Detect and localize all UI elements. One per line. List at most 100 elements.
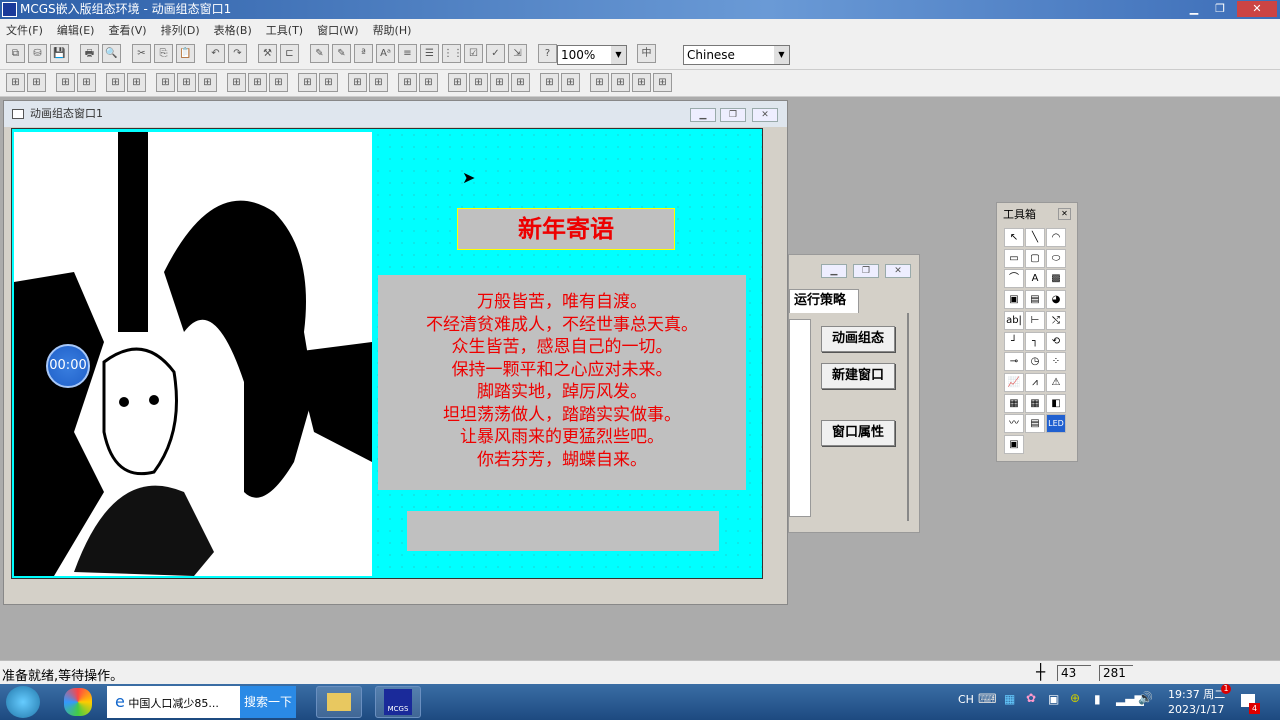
align-button-icon[interactable]: ⊞ [632, 73, 651, 92]
tool-alarm-icon[interactable]: ⚠ [1046, 372, 1066, 392]
poem-label[interactable]: 万般皆苦，唯有自渡。 不经清贫难成人，不经世事总天真。 众生皆苦，感恩自己的一切… [378, 275, 746, 490]
flower-icon[interactable]: ✿ [1026, 691, 1036, 705]
tool-line2-icon[interactable]: ┘ [1004, 331, 1024, 351]
file-explorer-button[interactable] [316, 686, 362, 718]
browser-search-box[interactable]: e 中国人口减少85... [107, 686, 240, 718]
tool-curve-icon[interactable]: ⟲ [1046, 331, 1066, 351]
minimize-button[interactable]: ▁ [690, 108, 716, 122]
toolbar-button-icon[interactable]: ⎘ [154, 44, 173, 63]
toolbar-button-icon[interactable]: 🖶 [80, 44, 99, 63]
tool-label-a-icon[interactable]: A [1025, 269, 1045, 289]
toolbar-button-icon[interactable]: ✂ [132, 44, 151, 63]
close-button[interactable]: ✕ [1237, 1, 1277, 17]
font-charset-icon[interactable]: 中 [637, 44, 656, 63]
align-button-icon[interactable]: ⊞ [369, 73, 388, 92]
close-icon[interactable]: ✕ [1058, 208, 1071, 220]
tool-table2-icon[interactable]: ▦ [1025, 393, 1045, 413]
align-button-icon[interactable]: ⊞ [248, 73, 267, 92]
keyboard-icon[interactable]: ⌨ [978, 692, 997, 707]
tool-arc-icon[interactable]: ◠ [1046, 228, 1066, 247]
menu-arrange[interactable]: 排列(D) [161, 22, 200, 38]
power-plug-icon[interactable]: ▮ [1094, 692, 1101, 706]
maximize-button[interactable]: ❐ [1207, 1, 1233, 17]
tool-clock-icon[interactable]: ◷ [1025, 352, 1045, 372]
toolbar-button-icon[interactable]: ✎ [310, 44, 329, 63]
menu-view[interactable]: 查看(V) [108, 22, 146, 38]
align-button-icon[interactable]: ⊞ [419, 73, 438, 92]
align-button-icon[interactable]: ⊞ [511, 73, 530, 92]
align-button-icon[interactable]: ⊞ [156, 73, 175, 92]
tool-switch-icon[interactable]: ⤭ [1046, 310, 1066, 330]
clock-time[interactable]: 19:37 周二 [1168, 686, 1225, 702]
align-button-icon[interactable]: ⊞ [269, 73, 288, 92]
toolbar-button-icon[interactable]: 📋 [176, 44, 195, 63]
tool-rounded-rect-icon[interactable]: ▢ [1025, 248, 1045, 268]
menu-help[interactable]: 帮助(H) [373, 22, 412, 38]
design-canvas[interactable]: 新年寄语 万般皆苦，唯有自渡。 不经清贫难成人，不经世事总天真。 众生皆苦，感恩… [11, 128, 763, 579]
animation-config-button[interactable]: 动画组态 [821, 326, 895, 352]
toolbar-button-icon[interactable]: Aᵃ [376, 44, 395, 63]
toolbar-button-icon[interactable]: ⚒ [258, 44, 277, 63]
input-language[interactable]: CH [958, 693, 974, 706]
search-button[interactable]: 搜索一下 [240, 686, 296, 718]
align-button-icon[interactable]: ⊞ [227, 73, 246, 92]
align-button-icon[interactable]: ⊞ [319, 73, 338, 92]
tool-polyline-icon[interactable]: ⌒ [1004, 269, 1024, 289]
toolbar-button-icon[interactable]: ↶ [206, 44, 225, 63]
align-button-icon[interactable]: ⊞ [561, 73, 580, 92]
align-button-icon[interactable]: ⊞ [298, 73, 317, 92]
toolbar-button-icon[interactable]: ª [354, 44, 373, 63]
align-button-icon[interactable]: ⊞ [398, 73, 417, 92]
tool-curve2-icon[interactable]: 〰 [1004, 414, 1024, 434]
start-button[interactable] [6, 686, 40, 718]
maximize-button[interactable]: ❐ [853, 264, 879, 278]
tool-blank-icon[interactable]: ▤ [1025, 290, 1045, 310]
align-button-icon[interactable]: ⊞ [448, 73, 467, 92]
tool-slider-icon[interactable]: ⊢ [1025, 310, 1045, 330]
toolbar-button-icon[interactable]: 🔍 [102, 44, 121, 63]
align-button-icon[interactable]: ⊞ [653, 73, 672, 92]
menu-file[interactable]: 文件(F) [6, 22, 43, 38]
volume-icon[interactable]: 🔊 [1138, 691, 1153, 705]
toolbar-button-icon[interactable]: ≡ [398, 44, 417, 63]
align-button-icon[interactable]: ⊞ [6, 73, 25, 92]
toolbar-button-icon[interactable]: 💾 [50, 44, 69, 63]
toolbar-button-icon[interactable]: ⊏ [280, 44, 299, 63]
toolbar-button-icon[interactable]: ⋮⋮ [442, 44, 463, 63]
toolbar-button-icon[interactable]: ↷ [228, 44, 247, 63]
toolbar-button-icon[interactable]: ? [538, 44, 557, 63]
tool-rectangle-icon[interactable]: ▭ [1004, 248, 1024, 268]
align-button-icon[interactable]: ⊞ [469, 73, 488, 92]
tool-led-icon[interactable]: LED [1046, 414, 1066, 434]
tool-button-icon[interactable]: ⊸ [1004, 352, 1024, 372]
menu-table[interactable]: 表格(B) [214, 22, 252, 38]
toolbar-button-icon[interactable]: ☰ [420, 44, 439, 63]
maximize-button[interactable]: ❐ [720, 108, 746, 122]
mcgs-taskbar-button[interactable]: MCGS [375, 686, 421, 718]
monitor-icon[interactable]: ▣ [1048, 692, 1059, 706]
tool-chart2-icon[interactable]: ⩘ [1025, 372, 1045, 392]
toolbar-button-icon[interactable]: ✓ [486, 44, 505, 63]
recording-timer[interactable]: 00:00 [46, 344, 90, 388]
heading-label[interactable]: 新年寄语 [457, 208, 675, 250]
tool-3d-icon[interactable]: ◧ [1046, 393, 1066, 413]
new-window-button[interactable]: 新建窗口 [821, 363, 895, 389]
tool-ellipse-icon[interactable]: ⬭ [1046, 248, 1066, 268]
align-button-icon[interactable]: ⊞ [56, 73, 75, 92]
toolbar-button-icon[interactable]: ⇲ [508, 44, 527, 63]
tool-trend-icon[interactable]: 📈 [1004, 372, 1024, 392]
align-button-icon[interactable]: ⊞ [106, 73, 125, 92]
menu-tools[interactable]: 工具(T) [266, 22, 303, 38]
menu-edit[interactable]: 编辑(E) [57, 22, 95, 38]
tool-poly2-icon[interactable]: ┐ [1025, 331, 1045, 351]
menu-window[interactable]: 窗口(W) [317, 22, 358, 38]
tool-report-icon[interactable]: ▤ [1025, 414, 1045, 434]
tab-run-strategy[interactable]: 运行策略 [789, 289, 859, 313]
minimize-button[interactable]: ▁ [821, 264, 847, 278]
toolbar-button-icon[interactable]: ⛁ [28, 44, 47, 63]
align-button-icon[interactable]: ⊞ [490, 73, 509, 92]
close-button[interactable]: ✕ [885, 264, 911, 278]
tool-palette-icon[interactable]: ◕ [1046, 290, 1066, 310]
toolbar-button-icon[interactable]: ⧉ [6, 44, 25, 63]
minimize-button[interactable]: ▁ [1181, 1, 1207, 17]
